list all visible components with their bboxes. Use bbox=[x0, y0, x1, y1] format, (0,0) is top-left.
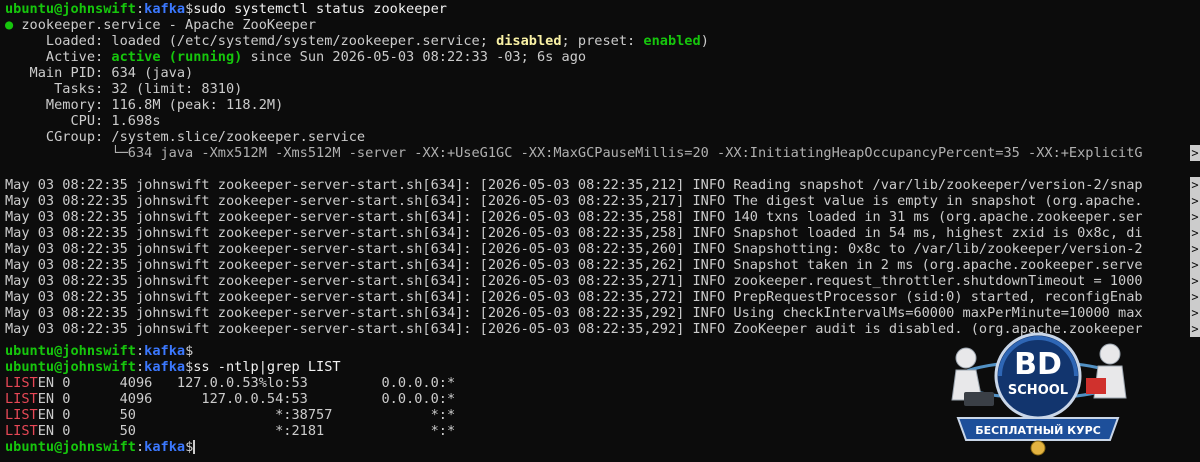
log-line: May 03 08:22:35 johnswift zookeeper-serv… bbox=[5, 241, 1200, 257]
truncation-marker: > bbox=[1190, 209, 1200, 225]
grep-match: LIST bbox=[5, 375, 38, 391]
log-line: May 03 08:22:35 johnswift zookeeper-serv… bbox=[5, 209, 1200, 225]
cgroup-line: CGroup: /system.slice/zookeeper.service bbox=[5, 129, 366, 145]
active-state: active (running) bbox=[111, 49, 243, 65]
truncation-marker: > bbox=[1190, 145, 1200, 161]
prompt-path: kafka bbox=[144, 1, 186, 17]
listen-row: LISTEN 0 50 *:38757 *:* bbox=[5, 407, 455, 423]
tasks-line: Tasks: 32 (limit: 8310) bbox=[5, 81, 243, 97]
main-pid-line: Main PID: 634 (java) bbox=[5, 65, 194, 81]
prompt-user: ubuntu@johnswift bbox=[5, 343, 136, 359]
log-text: May 03 08:22:35 johnswift zookeeper-serv… bbox=[5, 289, 1143, 305]
prompt-separator: : bbox=[135, 343, 145, 359]
log-line: May 03 08:22:35 johnswift zookeeper-serv… bbox=[5, 177, 1200, 193]
prompt-user: ubuntu@johnswift bbox=[5, 359, 136, 375]
memory-line: Memory: 116.8M (peak: 118.2M) bbox=[5, 97, 284, 113]
active-line: Active: active (running) since Sun 2026-… bbox=[5, 49, 586, 65]
truncation-marker: > bbox=[1190, 305, 1200, 321]
prompt-symbol: $ bbox=[185, 343, 194, 359]
loaded-preset-label: ; preset: bbox=[561, 33, 644, 49]
loaded-label: Loaded: bbox=[5, 33, 112, 49]
prompt-user: ubuntu@johnswift bbox=[5, 439, 136, 455]
active-since: since Sun 2026-05-03 08:22:33 -03; 6s ag… bbox=[242, 49, 587, 65]
truncation-marker: > bbox=[1190, 289, 1200, 305]
listen-row-text: EN 0 4096 127.0.0.53%lo:53 0.0.0.0:* bbox=[37, 375, 456, 391]
loaded-disabled: disabled bbox=[496, 33, 562, 49]
logo-ribbon-text: БЕСПЛАТНЫЙ КУРС bbox=[975, 424, 1101, 437]
truncation-marker: > bbox=[1190, 193, 1200, 209]
truncation-marker: > bbox=[1190, 241, 1200, 257]
command-text: sudo systemctl status zookeeper bbox=[193, 1, 447, 17]
listen-row: LISTEN 0 4096 127.0.0.54:53 0.0.0.0:* bbox=[5, 391, 455, 407]
loaded-line: Loaded: loaded (/etc/systemd/system/zook… bbox=[5, 33, 709, 49]
prompt-line-empty: ubuntu@johnswift:kafka$ bbox=[5, 343, 193, 359]
prompt-separator: : bbox=[135, 439, 145, 455]
prompt-user: ubuntu@johnswift bbox=[5, 1, 136, 17]
terminal-window[interactable]: ubuntu@johnswift:kafka$sudo systemctl st… bbox=[0, 0, 1200, 462]
loaded-close: ) bbox=[700, 33, 709, 49]
service-title: zookeeper.service - Apache ZooKeeper bbox=[13, 17, 317, 33]
truncation-marker: > bbox=[1190, 177, 1200, 193]
command-text: ss -ntlp|grep LIST bbox=[193, 359, 341, 375]
listen-row-text: EN 0 50 *:2181 *:* bbox=[37, 423, 456, 439]
prompt-symbol: $ bbox=[185, 439, 194, 455]
log-text: May 03 08:22:35 johnswift zookeeper-serv… bbox=[5, 257, 1143, 273]
log-text: May 03 08:22:35 johnswift zookeeper-serv… bbox=[5, 241, 1143, 257]
cgroup-process-line: └─634 java -Xmx512M -Xms512M -server -XX… bbox=[5, 145, 1200, 161]
log-text: May 03 08:22:35 johnswift zookeeper-serv… bbox=[5, 193, 1143, 209]
prompt-separator: : bbox=[135, 1, 145, 17]
log-text: May 03 08:22:35 johnswift zookeeper-serv… bbox=[5, 225, 1143, 241]
grep-match: LIST bbox=[5, 391, 38, 407]
cgroup-process: └─634 java -Xmx512M -Xms512M -server -XX… bbox=[5, 145, 1143, 161]
loaded-preset-enabled: enabled bbox=[643, 33, 701, 49]
truncation-marker: > bbox=[1190, 225, 1200, 241]
truncation-marker: > bbox=[1190, 257, 1200, 273]
log-line: May 03 08:22:35 johnswift zookeeper-serv… bbox=[5, 257, 1200, 273]
prompt-path: kafka bbox=[144, 343, 186, 359]
logo-bd: BD bbox=[1014, 347, 1062, 382]
prompt-path: kafka bbox=[144, 439, 186, 455]
grep-match: LIST bbox=[5, 407, 38, 423]
service-title-line: ● zookeeper.service - Apache ZooKeeper bbox=[5, 17, 316, 33]
prompt-separator: : bbox=[135, 359, 145, 375]
log-line: May 03 08:22:35 johnswift zookeeper-serv… bbox=[5, 225, 1200, 241]
prompt-line-current[interactable]: ubuntu@johnswift:kafka$ bbox=[5, 439, 196, 455]
log-text: May 03 08:22:35 johnswift zookeeper-serv… bbox=[5, 177, 1143, 193]
logo-school: SCHOOL bbox=[1008, 383, 1068, 398]
grep-match: LIST bbox=[5, 423, 38, 439]
log-text: May 03 08:22:35 johnswift zookeeper-serv… bbox=[5, 273, 1143, 289]
truncation-marker: > bbox=[1190, 321, 1200, 337]
listen-row-text: EN 0 50 *:38757 *:* bbox=[37, 407, 456, 423]
text-cursor bbox=[193, 440, 196, 454]
prompt-path: kafka bbox=[144, 359, 186, 375]
prompt-line-ss: ubuntu@johnswift:kafka$ss -ntlp|grep LIS… bbox=[5, 359, 341, 375]
status-bullet-icon: ● bbox=[5, 17, 14, 33]
listen-row: LISTEN 0 4096 127.0.0.53%lo:53 0.0.0.0:* bbox=[5, 375, 455, 391]
loaded-value: loaded (/etc/systemd/system/zookeeper.se… bbox=[111, 33, 497, 49]
log-text: May 03 08:22:35 johnswift zookeeper-serv… bbox=[5, 209, 1143, 225]
cpu-line: CPU: 1.698s bbox=[5, 113, 161, 129]
listen-row-text: EN 0 4096 127.0.0.54:53 0.0.0.0:* bbox=[37, 391, 456, 407]
log-line: May 03 08:22:35 johnswift zookeeper-serv… bbox=[5, 273, 1200, 289]
log-line: May 03 08:22:35 johnswift zookeeper-serv… bbox=[5, 289, 1200, 305]
bd-school-logo: BD SCHOOL БЕСПЛАТНЫЙ КУРС bbox=[951, 332, 1127, 456]
log-line: May 03 08:22:35 johnswift zookeeper-serv… bbox=[5, 193, 1200, 209]
listen-row: LISTEN 0 50 *:2181 *:* bbox=[5, 423, 455, 439]
active-label: Active: bbox=[5, 49, 112, 65]
prompt-line-status: ubuntu@johnswift:kafka$sudo systemctl st… bbox=[5, 1, 447, 17]
truncation-marker: > bbox=[1190, 273, 1200, 289]
